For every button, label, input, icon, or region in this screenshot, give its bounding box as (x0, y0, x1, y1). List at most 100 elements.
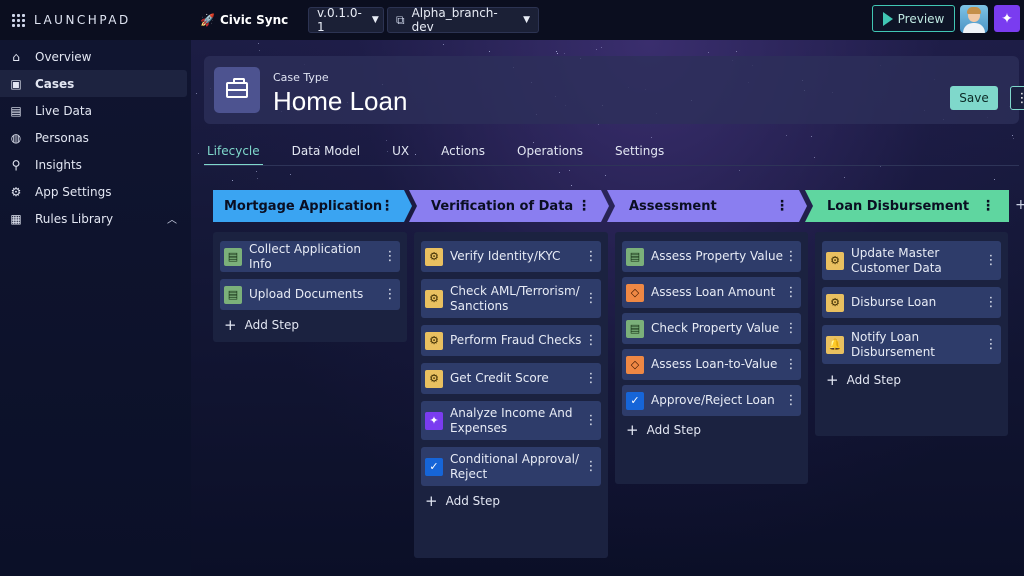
app-grid-icon[interactable] (12, 13, 25, 27)
add-step-button[interactable]: + Add Step (224, 316, 299, 334)
add-step-button[interactable]: + Add Step (826, 371, 901, 389)
step-label: Approve/Reject Loan (651, 393, 775, 407)
tab-data-model[interactable]: Data Model (289, 144, 364, 166)
sparkle-icon: ✦ (425, 411, 443, 430)
sidebar-item-label: Personas (35, 130, 89, 145)
kebab-icon[interactable]: ⋮ (783, 249, 799, 264)
tab-operations[interactable]: Operations (514, 144, 586, 166)
sidebar: ⌂ Overview ▣ Cases ▤ Live Data ◍ Persona… (0, 40, 191, 576)
tab-actions[interactable]: Actions (438, 144, 488, 166)
step-card[interactable]: ✓ Approve/Reject Loan ⋮ (622, 385, 801, 416)
sidebar-item-cases[interactable]: ▣ Cases (0, 70, 187, 97)
logo[interactable]: LAUNCHPAD (12, 13, 192, 27)
kebab-icon[interactable]: ⋮ (783, 321, 799, 336)
more-options-button[interactable]: ⋮ (1010, 86, 1024, 110)
step-card[interactable]: 🔔 Notify Loan Disbursement ⋮ (822, 325, 1001, 364)
sidebar-item-rules-library[interactable]: ▦ Rules Library ︿ (0, 205, 191, 232)
kebab-icon[interactable]: ⋮ (783, 357, 799, 372)
tab-divider (204, 165, 1019, 166)
sidebar-item-app-settings[interactable]: ⚙ App Settings (0, 178, 191, 205)
chevron-down-icon: ▼ (371, 15, 379, 25)
sidebar-item-overview[interactable]: ⌂ Overview (0, 43, 191, 70)
background-star (557, 53, 558, 54)
sidebar-item-live-data[interactable]: ▤ Live Data (0, 97, 191, 124)
step-card[interactable]: ⚙ Disburse Loan ⋮ (822, 287, 1001, 318)
step-card[interactable]: ⚙ Update Master Customer Data ⋮ (822, 241, 1001, 280)
stage-header[interactable]: Mortgage Application ⋮ (213, 190, 412, 222)
step-card[interactable]: ⚙ Check AML/Terrorism/ Sanctions ⋮ (421, 279, 601, 318)
case-type-label: Case Type (273, 71, 329, 84)
avatar[interactable] (960, 5, 988, 33)
stage-lane: ⚙ Update Master Customer Data ⋮ ⚙ Disbur… (815, 232, 1008, 436)
kebab-icon[interactable]: ⋮ (983, 253, 999, 268)
step-card[interactable]: ▤ Assess Property Value ⋮ (622, 241, 801, 272)
background-star (564, 53, 565, 54)
kebab-icon[interactable]: ⋮ (583, 371, 599, 386)
kebab-icon[interactable]: ⋮ (583, 333, 599, 348)
background-star (708, 52, 709, 53)
step-card[interactable]: ⚙ Verify Identity/KYC ⋮ (421, 241, 601, 272)
chevron-up-icon[interactable]: ︿ (167, 211, 177, 226)
kebab-icon[interactable]: ⋮ (380, 198, 394, 214)
kebab-icon[interactable]: ⋮ (783, 393, 799, 408)
kebab-icon[interactable]: ⋮ (583, 291, 599, 306)
stage-header[interactable]: Verification of Data ⋮ (409, 190, 609, 222)
library-icon: ▦ (10, 211, 22, 226)
step-card[interactable]: ▤ Check Property Value ⋮ (622, 313, 801, 344)
step-card[interactable]: ▤ Upload Documents ⋮ (220, 279, 400, 310)
briefcase-icon: ▣ (10, 76, 22, 91)
stage-header[interactable]: Assessment ⋮ (607, 190, 807, 222)
branch-dropdown[interactable]: ⧉ Alpha_branch-dev ▼ (387, 6, 539, 34)
stage-lane: ⚙ Verify Identity/KYC ⋮ ⚙ Check AML/Terr… (414, 232, 608, 558)
tab-settings[interactable]: Settings (612, 144, 667, 166)
sidebar-item-insights[interactable]: ⚲ Insights (0, 151, 191, 178)
add-step-label: Add Step (445, 494, 500, 508)
kebab-icon[interactable]: ⋮ (382, 249, 398, 264)
step-label: Assess Loan-to-Value (651, 357, 778, 371)
step-label: Perform Fraud Checks (450, 333, 582, 347)
save-button[interactable]: Save (950, 86, 998, 110)
background-star (258, 43, 259, 44)
kebab-icon[interactable]: ⋮ (583, 459, 599, 474)
kebab-icon[interactable]: ⋮ (775, 198, 789, 214)
kebab-icon[interactable]: ⋮ (577, 198, 591, 214)
version-dropdown[interactable]: v.0.1.0-1 ▼ (308, 6, 384, 34)
add-stage-button[interactable]: + (1015, 197, 1024, 213)
step-label: Assess Property Value (651, 249, 783, 263)
sidebar-item-personas[interactable]: ◍ Personas (0, 124, 191, 151)
background-star (598, 124, 599, 125)
step-card[interactable]: ✦ Analyze Income And Expenses ⋮ (421, 401, 601, 440)
automation-icon: ⚙ (425, 331, 443, 350)
kebab-icon[interactable]: ⋮ (382, 287, 398, 302)
stage-header[interactable]: Loan Disbursement ⋮ (805, 190, 1009, 222)
ai-assistant-button[interactable]: ✦ (994, 5, 1020, 32)
step-card[interactable]: ◇ Assess Loan-to-Value ⋮ (622, 349, 801, 380)
step-label: Collect Application Info (249, 241, 361, 271)
step-card[interactable]: ✓ Conditional Approval/ Reject ⋮ (421, 447, 601, 486)
step-label: Get Credit Score (450, 371, 549, 385)
background-star (1013, 138, 1014, 139)
preview-button[interactable]: Preview (872, 5, 955, 32)
branch-icon: ⧉ (396, 12, 405, 27)
sparkle-icon: ✦ (1001, 10, 1013, 27)
step-card[interactable]: ⚙ Get Credit Score ⋮ (421, 363, 601, 394)
kebab-icon[interactable]: ⋮ (583, 249, 599, 264)
background-star (811, 136, 812, 137)
step-card[interactable]: ▤ Collect Application Info ⋮ (220, 241, 400, 272)
tab-lifecycle[interactable]: Lifecycle (204, 144, 263, 166)
sidebar-item-label: Overview (35, 49, 92, 64)
add-step-button[interactable]: + Add Step (626, 421, 701, 439)
tab-ux[interactable]: UX (389, 144, 412, 166)
background-star (198, 153, 199, 154)
kebab-icon[interactable]: ⋮ (983, 337, 999, 352)
kebab-icon[interactable]: ⋮ (981, 198, 995, 214)
add-step-button[interactable]: + Add Step (425, 492, 500, 510)
step-card[interactable]: ◇ Assess Loan Amount ⋮ (622, 277, 801, 308)
add-step-label: Add Step (244, 318, 299, 332)
background-star (880, 166, 881, 167)
kebab-icon[interactable]: ⋮ (983, 295, 999, 310)
kebab-icon[interactable]: ⋮ (583, 413, 599, 428)
step-card[interactable]: ⚙ Perform Fraud Checks ⋮ (421, 325, 601, 356)
kebab-icon[interactable]: ⋮ (783, 285, 799, 300)
sidebar-item-label: Rules Library (35, 211, 114, 226)
